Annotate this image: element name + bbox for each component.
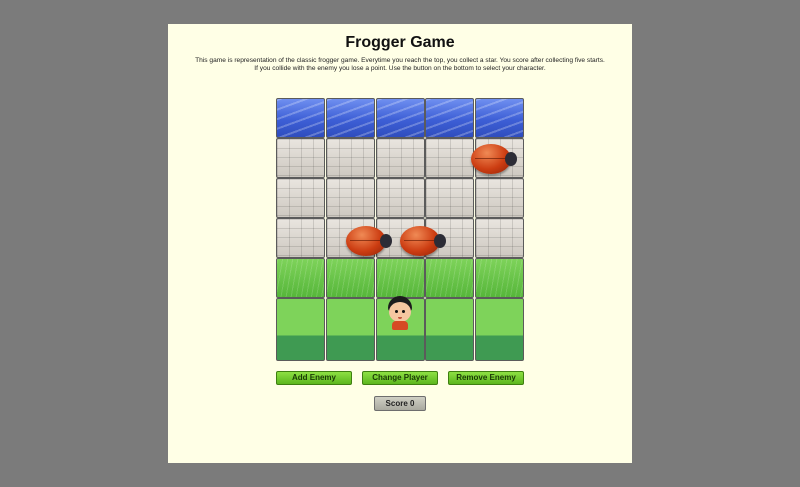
enemy-bug — [471, 144, 517, 174]
player-right-eye — [402, 310, 405, 313]
game-title: Frogger Game — [345, 34, 455, 51]
enemy-bug-wing-seam — [475, 158, 509, 159]
board-tile-water — [375, 98, 425, 138]
player-character — [382, 296, 418, 336]
board-tile-stone — [375, 178, 425, 218]
player-face — [389, 302, 411, 322]
player-shirt — [392, 321, 408, 330]
add-enemy-button[interactable]: Add Enemy — [276, 371, 352, 385]
enemy-bug-head — [380, 234, 392, 248]
game-description: This game is representation of the class… — [180, 57, 620, 73]
board-tile-stone — [325, 138, 375, 178]
board-tile-stone — [375, 138, 425, 178]
board-tile-stone — [425, 138, 475, 178]
board-tile-grass-bottom — [475, 298, 525, 361]
board-tile-water — [475, 98, 525, 138]
game-panel: Frogger Game This game is representation… — [168, 24, 632, 463]
player-left-eye — [395, 310, 398, 313]
enemy-bug — [346, 226, 392, 256]
board-tile-water — [325, 98, 375, 138]
board-tile-grass-bottom — [425, 298, 475, 361]
enemy-bug-wing-seam — [350, 240, 384, 241]
board-tile-grass-bottom — [325, 298, 375, 361]
change-player-button[interactable]: Change Player — [362, 371, 438, 385]
enemy-bug-head — [434, 234, 446, 248]
board-tile-stone — [276, 138, 325, 178]
enemy-bug — [400, 226, 446, 256]
score-display[interactable]: Score 0 — [374, 396, 426, 411]
board-tile-grass — [276, 258, 325, 298]
board-tile-stone — [475, 178, 525, 218]
board-tile-grass — [425, 258, 475, 298]
board-tile-grass — [375, 258, 425, 298]
board-tile-water — [276, 98, 325, 138]
board-tile-stone — [325, 178, 375, 218]
game-board[interactable] — [276, 98, 525, 361]
remove-enemy-button[interactable]: Remove Enemy — [448, 371, 524, 385]
enemy-bug-head — [505, 152, 517, 166]
board-tile-water — [425, 98, 475, 138]
board-tile-grass-bottom — [276, 298, 325, 361]
board-tile-grass — [475, 258, 525, 298]
description-line-1: This game is representation of the class… — [195, 57, 605, 64]
enemy-bug-wing-seam — [404, 240, 438, 241]
board-tile-grass — [325, 258, 375, 298]
board-tile-stone — [276, 218, 325, 258]
board-tile-stone — [425, 178, 475, 218]
board-tile-stone — [276, 178, 325, 218]
board-tile-stone — [475, 218, 525, 258]
description-line-2: If you collide with the enemy you lose a… — [254, 65, 546, 72]
